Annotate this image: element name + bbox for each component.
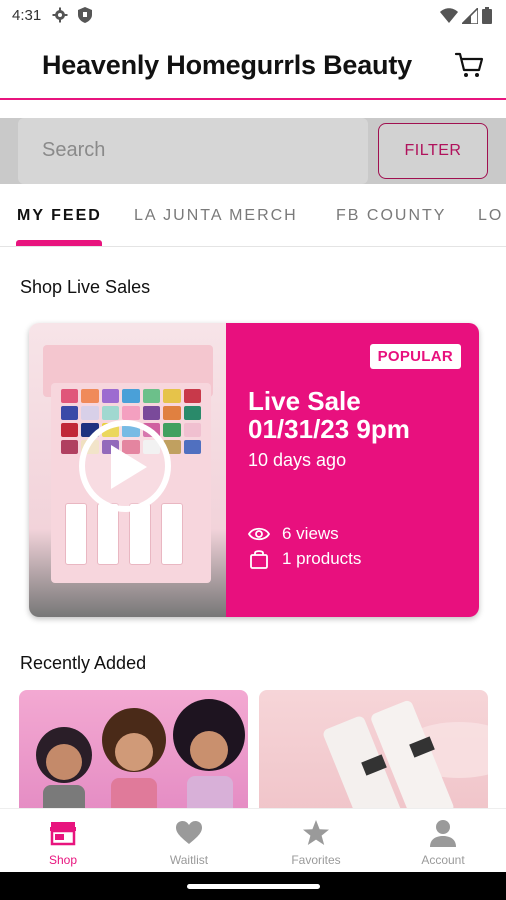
products-count: 1 products [282,549,362,568]
nav-shop-label: Shop [48,853,78,867]
person-icon [430,820,456,847]
shield-icon [78,7,92,23]
swatch [183,423,201,437]
live-sale-card[interactable]: POPULAR Live Sale 01/31/23 9pm 10 days a… [29,323,479,617]
status-time: 4:31 [12,7,42,24]
product-card[interactable] [19,690,248,818]
search-bar: Search FILTER [0,118,506,184]
swatch [61,406,79,420]
swatch [61,440,79,454]
views-count: 6 views [282,524,339,543]
lip-gloss [129,503,151,565]
shopping-bag-icon [250,550,268,569]
lip-gloss [97,503,119,565]
system-navigation-bar [0,872,506,900]
lip-gloss [65,503,87,565]
swatch [61,389,79,403]
live-sale-age: 10 days ago [248,450,347,470]
battery-icon [482,7,492,24]
live-sale-title-line1: Live Sale [248,386,361,416]
nav-favorites-label: Favorites [291,853,341,867]
swatch [163,406,181,420]
signal-icon [462,7,478,24]
live-sale-thumbnail [29,323,226,617]
tab-la-junta-merch[interactable]: LA JUNTA MERCH [134,207,298,225]
active-tab-indicator [16,240,102,246]
lip-gloss [161,503,183,565]
tab-my-feed[interactable]: MY FEED [17,207,102,225]
swatch [81,406,99,420]
swatch [81,389,99,403]
bottom-navigation: Shop Waitlist Favorites Account [0,808,506,872]
product-card[interactable] [259,690,488,818]
filter-button[interactable]: FILTER [378,123,488,179]
live-sales-heading: Shop Live Sales [20,277,151,297]
swatch [183,440,201,454]
views-row: 6 views [248,524,339,544]
swatch [183,406,201,420]
home-gesture-pill[interactable] [187,884,320,889]
swatch [101,406,120,420]
product-image [323,700,488,818]
swatch [163,389,181,403]
swatch [183,389,201,403]
status-bar: 4:31 [0,0,506,32]
eye-icon [248,527,270,541]
products-row: 1 products [248,549,361,569]
popular-badge: POPULAR [369,344,461,369]
search-input[interactable]: Search [18,118,368,184]
nav-waitlist-label: Waitlist [169,853,209,867]
search-placeholder: Search [42,139,106,161]
tab-lo[interactable]: LO [478,207,503,225]
wifi-icon [440,7,458,23]
swatch [101,389,120,403]
swatch [61,423,79,437]
app-header: Heavenly Homegurrls Beauty [0,32,506,100]
nav-account-label: Account [421,853,465,867]
nav-account[interactable]: Account [380,809,506,873]
recently-added-heading: Recently Added [20,653,147,673]
swatch [122,406,140,420]
gear-icon [52,7,68,23]
store-title: Heavenly Homegurrls Beauty [42,50,412,80]
heart-icon [176,821,202,844]
store-icon [50,822,76,846]
swatch [142,389,161,403]
nav-favorites[interactable]: Favorites [253,809,379,873]
star-icon [303,820,329,845]
play-triangle [111,445,147,489]
live-sale-title-line2: 01/31/23 9pm [248,414,410,444]
cart-icon[interactable] [454,50,484,80]
tab-fb-county[interactable]: FB COUNTY [336,207,446,225]
swatch [163,423,181,437]
swatch [122,389,140,403]
swatch [142,406,161,420]
lip-gloss-row [65,503,183,565]
nav-shop[interactable]: Shop [0,809,126,873]
category-tabs: MY FEED LA JUNTA MERCH FB COUNTY LO [0,185,506,247]
live-sale-info: POPULAR Live Sale 01/31/23 9pm 10 days a… [226,323,479,617]
product-image [36,699,245,818]
live-sale-title: Live Sale 01/31/23 9pm [248,387,410,443]
nav-waitlist[interactable]: Waitlist [126,809,252,873]
